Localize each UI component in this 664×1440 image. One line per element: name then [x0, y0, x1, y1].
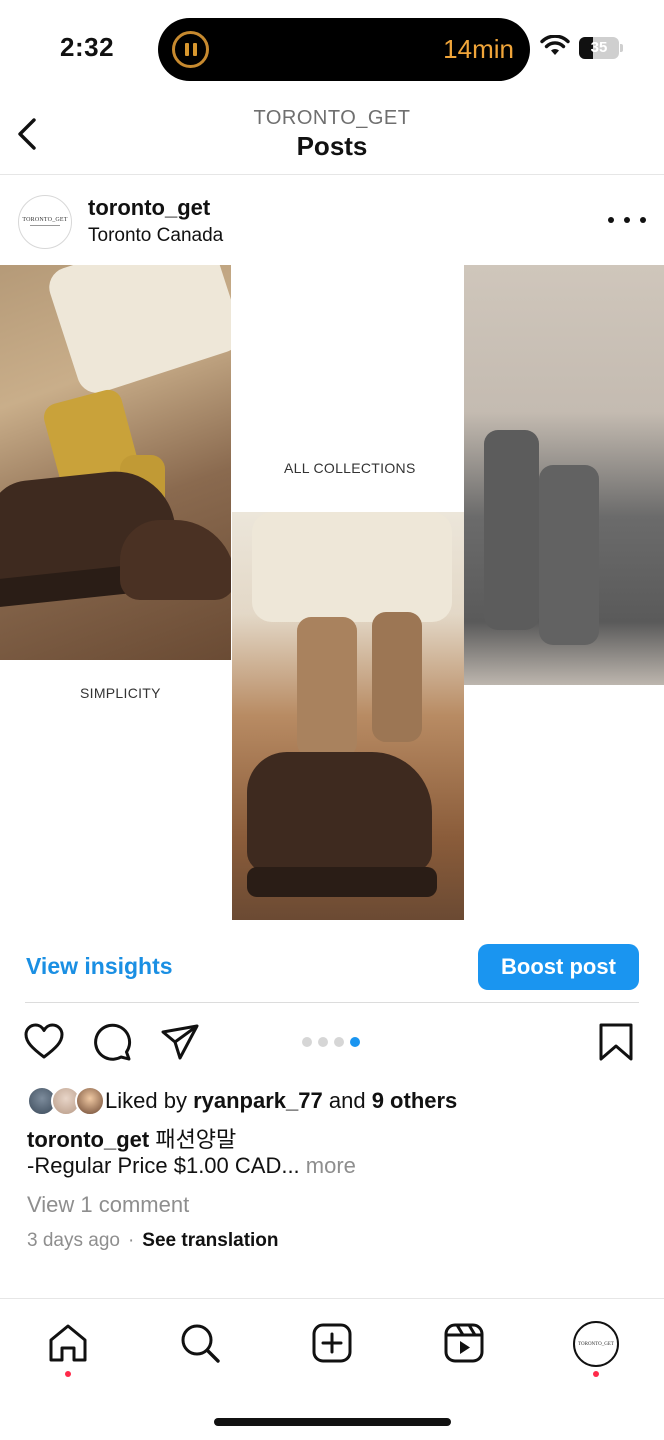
post-actions: [0, 1020, 664, 1070]
image-caption-all-collections: ALL COLLECTIONS: [284, 460, 416, 476]
home-indicator[interactable]: [214, 1418, 451, 1426]
posted-time: 3 days ago: [27, 1230, 120, 1251]
home-icon[interactable]: [46, 1321, 90, 1365]
liked-by-avatars: [27, 1085, 105, 1117]
likes-text: Liked by ryanpark_77 and 9 others: [105, 1088, 457, 1114]
dynamic-island[interactable]: 14min: [158, 18, 530, 81]
photo-panel-shoes-mustard-socks: [0, 265, 231, 660]
status-bar: 2:32 14min 35: [0, 0, 664, 96]
view-comments-link[interactable]: View 1 comment: [27, 1192, 189, 1218]
caption-line-2: -Regular Price $1.00 CAD... more: [27, 1153, 356, 1179]
post-location[interactable]: Toronto Canada: [88, 225, 223, 247]
carousel-dot: [334, 1037, 344, 1047]
meta-separator: ·: [127, 1230, 135, 1251]
pause-icon[interactable]: [172, 31, 209, 68]
search-icon[interactable]: [178, 1321, 222, 1365]
avatar-logo-text: TORONTO_GET: [22, 216, 68, 223]
header-subtitle: TORONTO_GET: [253, 107, 411, 129]
post-username[interactable]: toronto_get: [88, 195, 210, 221]
status-time: 2:32: [60, 32, 115, 62]
profile-logo-text: TORONTO_GET: [578, 1341, 614, 1347]
carousel-indicator: [302, 1037, 360, 1047]
comment-icon[interactable]: [90, 1020, 134, 1064]
post-meta: 3 days ago · See translation: [27, 1230, 279, 1252]
battery-icon: 35: [579, 37, 623, 59]
share-icon[interactable]: [158, 1020, 202, 1064]
image-caption-simplicity: SIMPLICITY: [80, 685, 161, 701]
caption-price: -Regular Price $1.00 CAD...: [27, 1153, 300, 1178]
wifi-icon: [540, 35, 570, 55]
carousel-dot: [350, 1037, 360, 1047]
page-title: Posts: [296, 131, 368, 161]
home-notification-dot: [65, 1371, 71, 1377]
caption-text: 패션양말: [155, 1127, 237, 1152]
avatar[interactable]: TORONTO_GET: [18, 195, 72, 249]
caption-more-link[interactable]: more: [306, 1153, 356, 1178]
likes-joiner: and: [328, 1088, 366, 1113]
battery-percent: 35: [590, 39, 608, 56]
bookmark-icon[interactable]: [594, 1020, 638, 1064]
view-insights-link[interactable]: View insights: [26, 953, 173, 980]
caption-username[interactable]: toronto_get: [27, 1127, 149, 1152]
likes-summary[interactable]: Liked by ryanpark_77 and 9 others: [27, 1085, 457, 1117]
post-image[interactable]: ALL COLLECTIONS SIMPLICITY: [0, 265, 664, 929]
profile-tab-avatar[interactable]: TORONTO_GET: [573, 1321, 619, 1367]
nav-header: TORONTO_GET Posts: [0, 96, 664, 175]
heart-icon[interactable]: [22, 1020, 66, 1064]
avatar: [75, 1086, 105, 1116]
carousel-dot: [318, 1037, 328, 1047]
photo-panel-shoes-tan-socks: [232, 512, 464, 920]
post-header: TORONTO_GET toronto_get Toronto Canada: [0, 175, 664, 265]
divider: [25, 1002, 639, 1003]
see-translation-link[interactable]: See translation: [142, 1230, 278, 1252]
profile-notification-dot: [593, 1371, 599, 1377]
boost-post-button[interactable]: Boost post: [478, 944, 639, 990]
caption: toronto_get 패션양말: [27, 1122, 236, 1154]
reels-icon[interactable]: [442, 1321, 486, 1365]
create-icon[interactable]: [310, 1321, 354, 1365]
likes-others[interactable]: 9 others: [372, 1088, 458, 1113]
more-options-icon[interactable]: [608, 205, 646, 235]
live-activity-timer: 14min: [443, 34, 514, 64]
liked-by-user[interactable]: ryanpark_77: [193, 1088, 323, 1113]
carousel-dot: [302, 1037, 312, 1047]
likes-prefix: Liked by: [105, 1088, 187, 1113]
photo-panel-grey-socks: [464, 265, 664, 685]
